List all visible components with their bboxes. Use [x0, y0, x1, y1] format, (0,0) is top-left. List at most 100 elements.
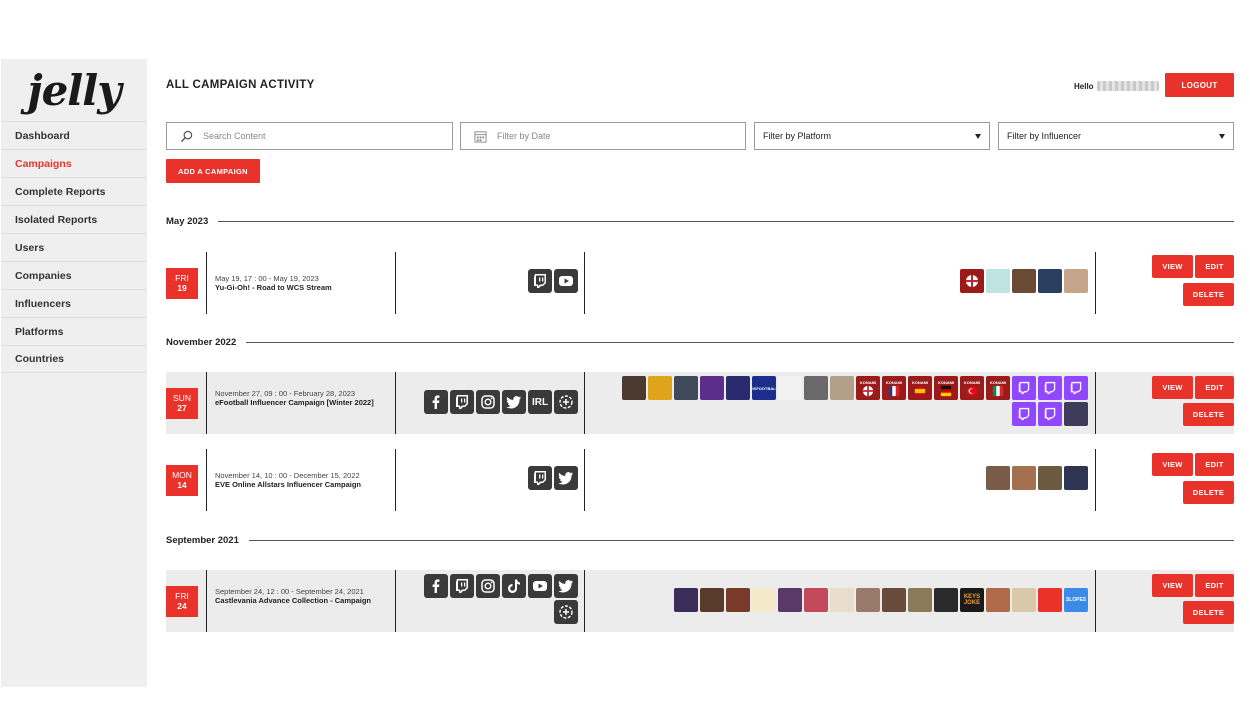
- platform-filter-select[interactable]: Filter by Platform: [754, 122, 990, 150]
- influencer-avatar[interactable]: [778, 588, 802, 612]
- sidebar-item-platforms[interactable]: Platforms: [1, 317, 147, 345]
- sidebar-item-countries[interactable]: Countries: [1, 345, 147, 373]
- keys-joke-badge[interactable]: KEYS JOKE: [960, 588, 984, 612]
- sidebar-item-influencers[interactable]: Influencers: [1, 289, 147, 317]
- view-button[interactable]: VIEW: [1152, 453, 1193, 476]
- influencer-avatar[interactable]: [804, 588, 828, 612]
- twitch-icon: [450, 574, 474, 598]
- influencer-avatar[interactable]: [986, 269, 1010, 293]
- sidebar-item-dashboard[interactable]: Dashboard: [1, 121, 147, 149]
- influencer-avatar[interactable]: [986, 466, 1010, 490]
- divider: [395, 372, 396, 434]
- campaign-info: September 24, 12 : 00 - September 24, 20…: [215, 587, 393, 605]
- edit-button[interactable]: EDIT: [1195, 574, 1234, 597]
- date-dow: FRI: [175, 273, 189, 283]
- konami-flag-france[interactable]: KONAMI: [882, 376, 906, 400]
- influencer-avatar[interactable]: [856, 588, 880, 612]
- influencer-avatar[interactable]: [986, 588, 1010, 612]
- influencer-avatar[interactable]: [1064, 466, 1088, 490]
- influencer-avatars: [788, 269, 1088, 293]
- konami-flag-spain[interactable]: KONAMI: [908, 376, 932, 400]
- jelly-logo[interactable]: jelly: [1, 59, 147, 121]
- sidebar: jelly Dashboard Campaigns Complete Repor…: [1, 59, 147, 687]
- tiktok-icon: [502, 574, 526, 598]
- view-button[interactable]: VIEW: [1152, 574, 1193, 597]
- date-badge: FRI 24: [166, 586, 198, 617]
- influencer-avatar[interactable]: [934, 588, 958, 612]
- influencer-avatar[interactable]: [1038, 588, 1062, 612]
- influencer-avatar[interactable]: [1012, 588, 1036, 612]
- date-filter-input[interactable]: Filter by Date: [460, 122, 746, 150]
- influencer-avatar[interactable]: [674, 588, 698, 612]
- influencer-avatar[interactable]: [622, 376, 646, 400]
- influencer-filter-select[interactable]: Filter by Influencer: [998, 122, 1234, 150]
- twitch-avatar-icon[interactable]: [1012, 402, 1036, 426]
- campaign-date-range: September 24, 12 : 00 - September 24, 20…: [215, 587, 364, 596]
- divider: [1095, 570, 1096, 632]
- edit-button[interactable]: EDIT: [1195, 376, 1234, 399]
- influencer-avatar[interactable]: [700, 588, 724, 612]
- add-campaign-button[interactable]: ADD A CAMPAIGN: [166, 159, 260, 183]
- edit-button[interactable]: EDIT: [1195, 453, 1234, 476]
- influencer-avatar[interactable]: [648, 376, 672, 400]
- sidebar-item-campaigns[interactable]: Campaigns: [1, 149, 147, 177]
- edit-button[interactable]: EDIT: [1195, 255, 1234, 278]
- pixfootball-badge[interactable]: PIXFOOTBALL: [752, 376, 776, 400]
- influencer-avatar[interactable]: [1064, 269, 1088, 293]
- influencer-avatar[interactable]: [830, 588, 854, 612]
- influencer-avatar[interactable]: [830, 376, 854, 400]
- delete-button[interactable]: DELETE: [1183, 283, 1234, 306]
- campaign-name[interactable]: Yu-Gi-Oh! - Road to WCS Stream: [215, 283, 393, 292]
- twitch-avatar-icon[interactable]: [1038, 376, 1062, 400]
- influencer-avatar[interactable]: [1064, 402, 1088, 426]
- platform-icons: IRL: [408, 390, 578, 414]
- instagram-icon: [476, 390, 500, 414]
- campaign-name[interactable]: EVE Online Allstars Influencer Campaign: [215, 480, 393, 489]
- influencer-avatars: KEYS JOKE SLOPES: [608, 588, 1088, 612]
- influencer-avatar[interactable]: [1038, 466, 1062, 490]
- logout-button[interactable]: LOGOUT: [1165, 73, 1234, 97]
- campaign-name[interactable]: eFootball Influencer Campaign [Winter 20…: [215, 398, 393, 407]
- view-button[interactable]: VIEW: [1152, 376, 1193, 399]
- konami-flag-germany[interactable]: KONAMI: [934, 376, 958, 400]
- influencer-avatar[interactable]: [1012, 466, 1036, 490]
- campaign-info: May 19, 17 : 00 - May 19, 2023 Yu-Gi-Oh!…: [215, 274, 393, 292]
- influencer-avatar[interactable]: [778, 376, 802, 400]
- delete-button[interactable]: DELETE: [1183, 481, 1234, 504]
- date-badge: MON 14: [166, 465, 198, 496]
- influencer-avatar[interactable]: [674, 376, 698, 400]
- influencer-avatar[interactable]: [700, 376, 724, 400]
- sidebar-item-complete-reports[interactable]: Complete Reports: [1, 177, 147, 205]
- konami-flag-italy[interactable]: KONAMI: [986, 376, 1010, 400]
- influencer-avatar-flag-uk[interactable]: [960, 269, 984, 293]
- slopes-badge[interactable]: SLOPES: [1064, 588, 1088, 612]
- konami-flag-uk[interactable]: KONAMI: [856, 376, 880, 400]
- search-icon: [179, 129, 193, 143]
- influencer-avatar[interactable]: [726, 376, 750, 400]
- sidebar-item-users[interactable]: Users: [1, 233, 147, 261]
- divider: [395, 252, 396, 314]
- influencer-avatar[interactable]: [1012, 269, 1036, 293]
- konami-flag-turkey[interactable]: KONAMI: [960, 376, 984, 400]
- sidebar-item-isolated-reports[interactable]: Isolated Reports: [1, 205, 147, 233]
- view-button[interactable]: VIEW: [1152, 255, 1193, 278]
- twitch-avatar-icon[interactable]: [1064, 376, 1088, 400]
- influencer-avatar[interactable]: [726, 588, 750, 612]
- divider: [1095, 252, 1096, 314]
- twitch-avatar-icon[interactable]: [1012, 376, 1036, 400]
- influencer-avatar[interactable]: [908, 588, 932, 612]
- campaign-date-range: November 27, 09 : 00 - February 28, 2023: [215, 389, 356, 398]
- campaign-name[interactable]: Castlevania Advance Collection - Campaig…: [215, 596, 393, 605]
- influencer-avatar[interactable]: [882, 588, 906, 612]
- influencer-avatar[interactable]: [752, 588, 776, 612]
- sidebar-item-companies[interactable]: Companies: [1, 261, 147, 289]
- sidebar-nav: Dashboard Campaigns Complete Reports Iso…: [1, 121, 147, 373]
- influencer-avatar[interactable]: [804, 376, 828, 400]
- divider: [584, 372, 585, 434]
- influencer-avatar[interactable]: [1038, 269, 1062, 293]
- delete-button[interactable]: DELETE: [1183, 601, 1234, 624]
- campaign-row: FRI 19 May 19, 17 : 00 - May 19, 2023 Yu…: [166, 252, 1234, 314]
- delete-button[interactable]: DELETE: [1183, 403, 1234, 426]
- twitch-avatar-icon[interactable]: [1038, 402, 1062, 426]
- search-input[interactable]: Search Content: [166, 122, 453, 150]
